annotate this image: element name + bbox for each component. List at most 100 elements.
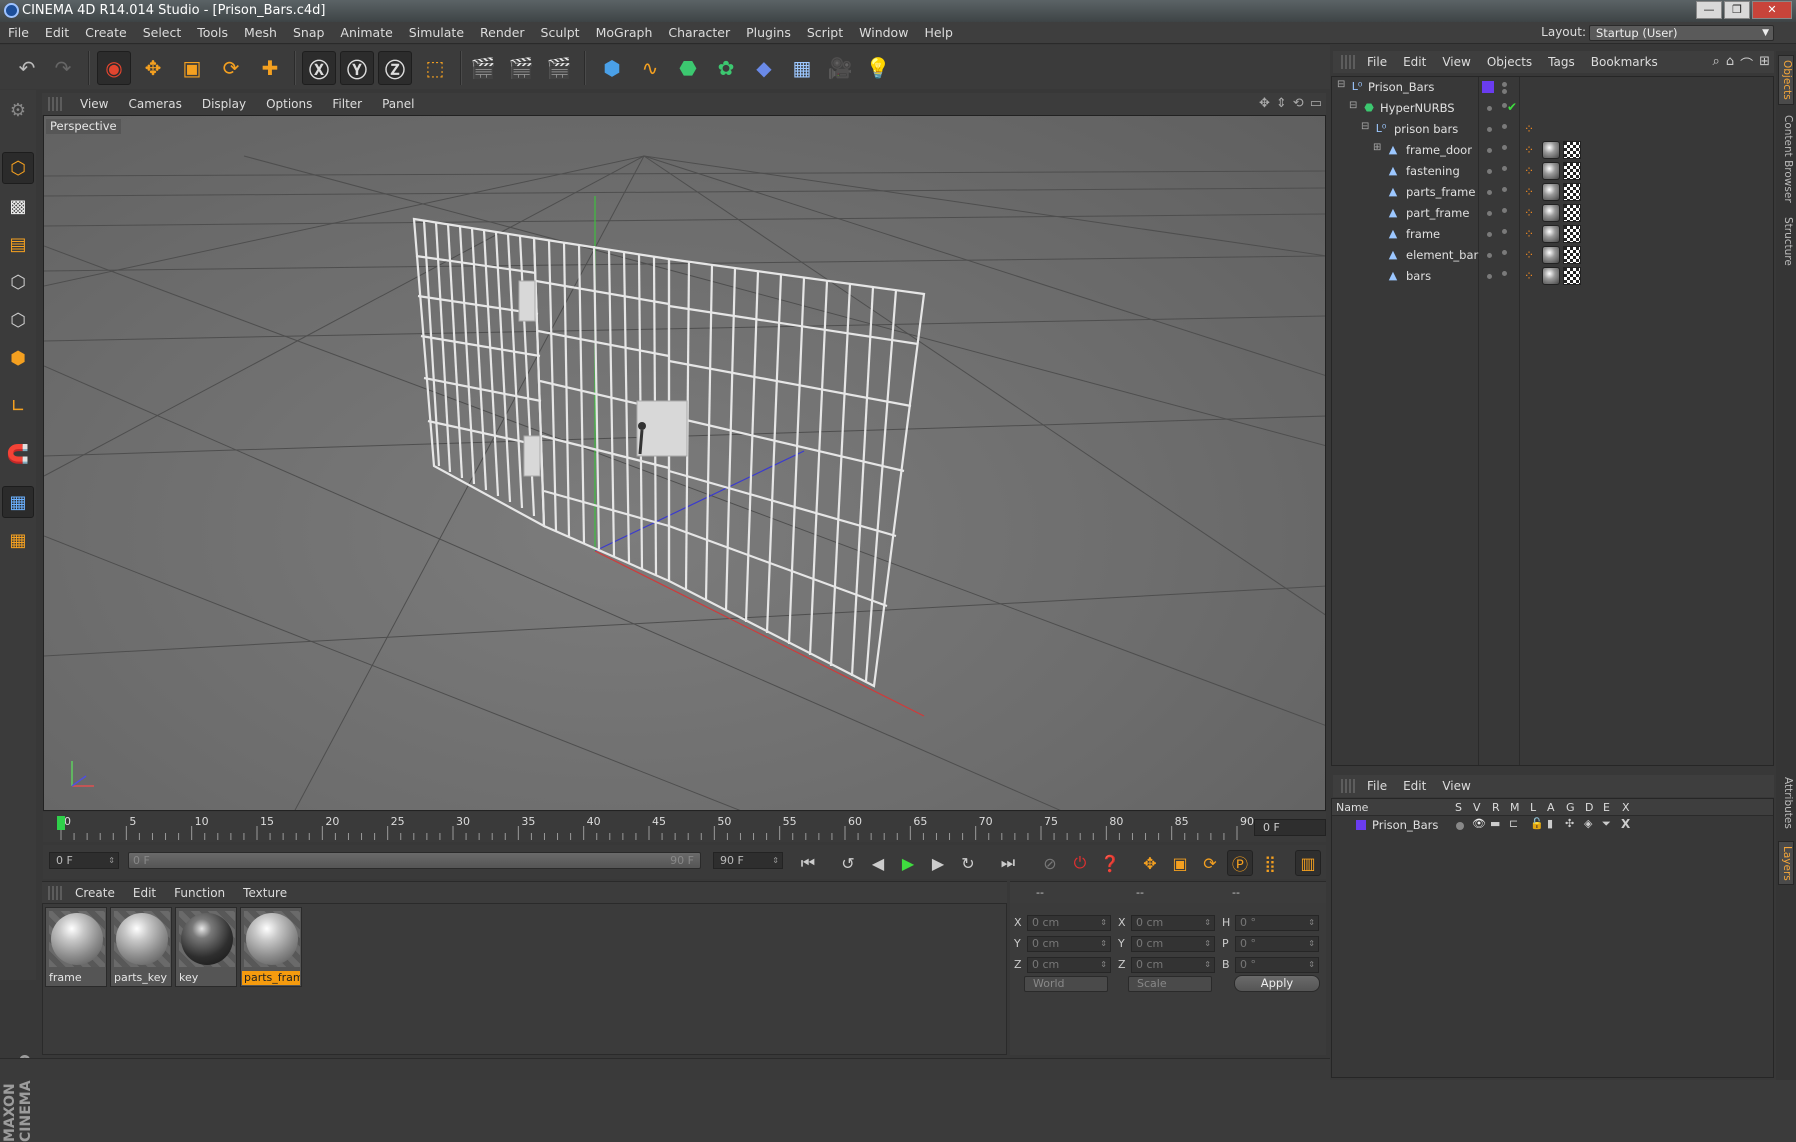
new-manager-icon[interactable]: ⊞ bbox=[1759, 54, 1770, 73]
editor-visibility-dot[interactable] bbox=[1487, 232, 1492, 237]
object-row-bars[interactable]: ▲ bars ⁘ bbox=[1332, 266, 1773, 287]
render-visibility-dot[interactable] bbox=[1502, 166, 1507, 171]
object-row-prison-bars[interactable]: ⊟ L⁰ Prison_Bars bbox=[1332, 77, 1773, 98]
apply-button[interactable]: Apply bbox=[1234, 975, 1320, 992]
rotate-icon[interactable]: ⟳ bbox=[214, 51, 248, 85]
objects-menu-view[interactable]: View bbox=[1434, 55, 1478, 69]
home-icon[interactable]: ⌂ bbox=[1726, 54, 1734, 73]
minimize-button[interactable]: — bbox=[1696, 1, 1722, 19]
layer-header-render[interactable]: R bbox=[1492, 801, 1500, 814]
spline-icon[interactable]: ∿ bbox=[633, 51, 667, 85]
x-axis-icon[interactable]: Ⓧ bbox=[302, 51, 336, 85]
points-mode-icon[interactable]: ⬡ bbox=[2, 266, 34, 298]
layer-header-xref[interactable]: X bbox=[1622, 801, 1630, 814]
layers-menu-file[interactable]: File bbox=[1359, 779, 1395, 793]
maximize-button[interactable]: ❐ bbox=[1724, 1, 1750, 19]
editor-visibility-dot[interactable] bbox=[1487, 148, 1492, 153]
viewport-menu-filter[interactable]: Filter bbox=[322, 97, 372, 111]
object-row-parts-frame[interactable]: ▲ parts_frame ⁘ bbox=[1332, 182, 1773, 203]
end-frame-field[interactable]: 90 F ⇕ bbox=[713, 852, 783, 869]
menu-script[interactable]: Script bbox=[799, 22, 851, 44]
solo-dot[interactable] bbox=[1456, 822, 1464, 830]
uvw-tag-icon[interactable] bbox=[1563, 204, 1581, 222]
menu-window[interactable]: Window bbox=[851, 22, 916, 44]
panel-grip-icon[interactable] bbox=[1341, 55, 1355, 69]
close-button[interactable]: ✕ bbox=[1752, 1, 1792, 19]
editor-visibility-dot[interactable] bbox=[1487, 211, 1492, 216]
menu-mesh[interactable]: Mesh bbox=[236, 22, 285, 44]
phong-tag-icon[interactable]: ⁘ bbox=[1524, 120, 1536, 138]
material-tag-icon[interactable] bbox=[1542, 246, 1560, 264]
xref-icon[interactable]: X bbox=[1621, 817, 1630, 831]
layer-header-expressions[interactable]: E bbox=[1603, 801, 1610, 814]
panel-grip-icon[interactable] bbox=[48, 97, 62, 111]
viewport-menu-options[interactable]: Options bbox=[256, 97, 322, 111]
next-frame-icon[interactable]: ▶ bbox=[925, 850, 951, 876]
render-view-icon[interactable]: 🎬 bbox=[466, 51, 500, 85]
layout-select[interactable]: Startup (User) ▼ bbox=[1589, 25, 1774, 41]
material-swatch[interactable]: key bbox=[175, 907, 237, 987]
collapse-toggle-icon[interactable]: ⊟ bbox=[1337, 79, 1345, 90]
editor-visibility-dot[interactable] bbox=[1487, 253, 1492, 258]
tab-attributes[interactable]: Attributes bbox=[1778, 773, 1794, 833]
objects-menu-tags[interactable]: Tags bbox=[1540, 55, 1583, 69]
tab-content-browser[interactable]: Content Browser bbox=[1778, 111, 1794, 207]
deformer-icon[interactable]: ◈ bbox=[1584, 817, 1592, 830]
material-tag-icon[interactable] bbox=[1542, 141, 1560, 159]
render-visibility-dot[interactable] bbox=[1502, 250, 1507, 255]
planar-workplane-icon[interactable]: ▦ bbox=[2, 524, 34, 556]
material-swatch[interactable]: parts_key bbox=[110, 907, 172, 987]
menu-tools[interactable]: Tools bbox=[189, 22, 236, 44]
orbit-view-icon[interactable]: ⟲ bbox=[1293, 96, 1304, 111]
keyframe-selection-icon[interactable]: ❓ bbox=[1097, 850, 1123, 876]
rot-b-field[interactable]: 0 ° ⇕ bbox=[1235, 957, 1319, 973]
cube-icon[interactable]: ⬢ bbox=[595, 51, 629, 85]
menu-plugins[interactable]: Plugins bbox=[738, 22, 799, 44]
deformer-icon[interactable]: ◆ bbox=[747, 51, 781, 85]
render-visibility-dot[interactable] bbox=[1502, 89, 1507, 94]
menu-sculpt[interactable]: Sculpt bbox=[533, 22, 588, 44]
uvw-tag-icon[interactable] bbox=[1563, 141, 1581, 159]
phong-tag-icon[interactable]: ⁘ bbox=[1524, 183, 1536, 201]
layer-header-animation[interactable]: A bbox=[1547, 801, 1555, 814]
key-parameter-icon[interactable]: Ⓟ bbox=[1227, 850, 1253, 876]
phong-tag-icon[interactable]: ⁘ bbox=[1524, 204, 1536, 222]
layers-menu-view[interactable]: View bbox=[1434, 779, 1478, 793]
lock-icon[interactable]: 🔓 bbox=[1530, 817, 1544, 830]
material-tag-icon[interactable] bbox=[1542, 162, 1560, 180]
menu-simulate[interactable]: Simulate bbox=[401, 22, 472, 44]
object-row-prison-bars-group[interactable]: ⊟ L⁰ prison bars ⁘ bbox=[1332, 119, 1773, 140]
panel-grip-icon[interactable] bbox=[1341, 779, 1355, 793]
move-icon[interactable]: ✥ bbox=[136, 51, 170, 85]
render-visibility-dot[interactable] bbox=[1502, 208, 1507, 213]
record-keys-disabled-icon[interactable]: ⊘ bbox=[1037, 850, 1063, 876]
viewport-menu-cameras[interactable]: Cameras bbox=[118, 97, 191, 111]
autokey-icon[interactable]: ⏻ bbox=[1067, 850, 1093, 876]
material-menu-edit[interactable]: Edit bbox=[124, 886, 165, 900]
viewport-menu-view[interactable]: View bbox=[70, 97, 118, 111]
layer-header-deformers[interactable]: D bbox=[1585, 801, 1593, 814]
snap-magnet-icon[interactable]: 🧲 bbox=[2, 438, 34, 470]
objects-menu-file[interactable]: File bbox=[1359, 55, 1395, 69]
layers-menu-edit[interactable]: Edit bbox=[1395, 779, 1434, 793]
key-pla-icon[interactable]: ⣿ bbox=[1257, 850, 1283, 876]
object-row-frame[interactable]: ▲ frame ⁘ bbox=[1332, 224, 1773, 245]
navigation-icon[interactable]: ⌒ bbox=[1740, 54, 1753, 73]
create-icon[interactable]: ✚ bbox=[253, 51, 287, 85]
expression-icon[interactable]: ⏷ bbox=[1602, 817, 1611, 831]
uvw-tag-icon[interactable] bbox=[1563, 246, 1581, 264]
previous-frame-icon[interactable]: ◀ bbox=[865, 850, 891, 876]
camera-icon[interactable]: 🎥 bbox=[823, 51, 857, 85]
nurbs-icon[interactable]: ⬣ bbox=[671, 51, 705, 85]
collapse-toggle-icon[interactable]: ⊟ bbox=[1361, 121, 1369, 132]
material-tag-icon[interactable] bbox=[1542, 267, 1560, 285]
menu-mograph[interactable]: MoGraph bbox=[588, 22, 661, 44]
objects-menu-edit[interactable]: Edit bbox=[1395, 55, 1434, 69]
menu-edit[interactable]: Edit bbox=[37, 22, 77, 44]
search-icon[interactable]: ⌕ bbox=[1713, 54, 1720, 73]
editor-visibility-dot[interactable] bbox=[1487, 190, 1492, 195]
go-to-start-icon[interactable]: ⏮ bbox=[795, 850, 821, 876]
phong-tag-icon[interactable]: ⁘ bbox=[1524, 162, 1536, 180]
timeline-window-icon[interactable]: ▥ bbox=[1295, 850, 1321, 876]
material-tag-icon[interactable] bbox=[1542, 204, 1560, 222]
